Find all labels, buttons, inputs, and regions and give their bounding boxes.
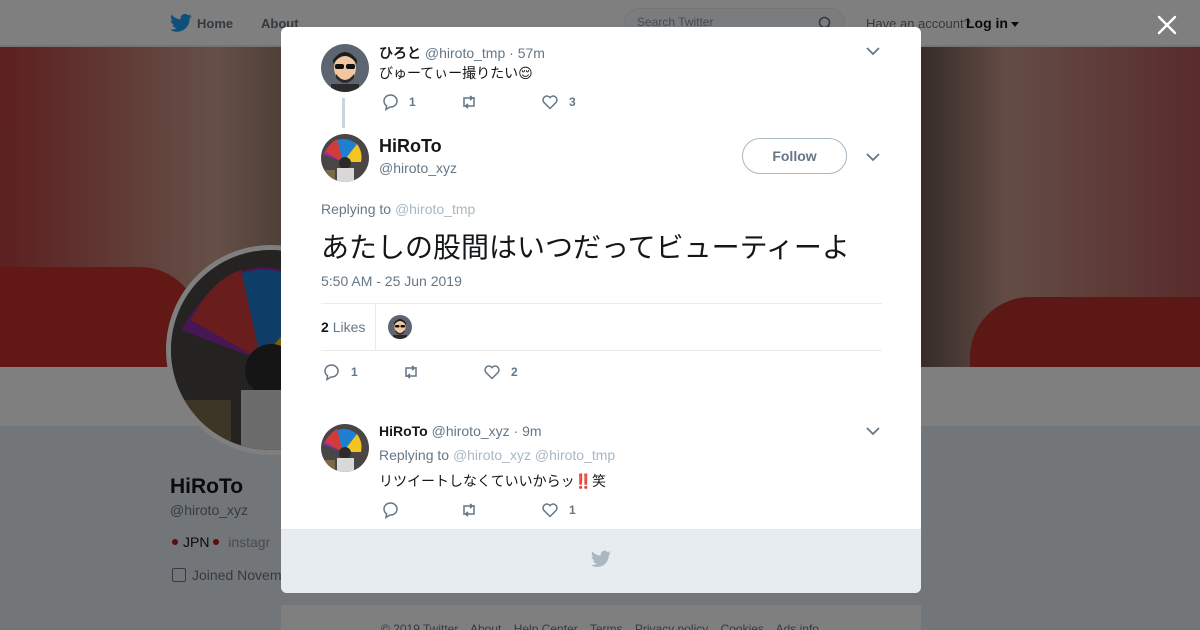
main-like-count: 2	[511, 365, 518, 379]
main-tweet-name[interactable]: HiRoTo	[379, 136, 442, 157]
like-icon[interactable]	[483, 363, 501, 381]
reply-tweet-time[interactable]: · 9m	[514, 423, 542, 439]
tweet-stats: 2 Likes	[321, 303, 882, 351]
parent-tweet-header: ひろと @hiroto_tmp · 57m	[379, 43, 545, 63]
twitter-bird-icon	[591, 550, 611, 567]
main-tweet-timestamp[interactable]: 5:50 AM - 25 Jun 2019	[321, 273, 462, 289]
replying-to-link[interactable]: @hiroto_xyz	[453, 447, 531, 463]
main-replying-to: Replying to @hiroto_tmp	[321, 201, 475, 217]
avatar-image	[321, 424, 369, 472]
thread-connector	[342, 98, 345, 128]
reply-tweet-handle[interactable]: @hiroto_xyz	[432, 423, 510, 439]
close-icon[interactable]	[1154, 12, 1180, 38]
like-icon[interactable]	[541, 93, 559, 111]
parent-tweet-time[interactable]: · 57m	[509, 45, 545, 61]
avatar-image	[388, 315, 412, 339]
main-reply-count: 1	[351, 365, 358, 379]
modal-footer	[281, 529, 921, 593]
like-icon[interactable]	[541, 501, 559, 519]
likes-label: Likes	[332, 319, 366, 335]
follow-button[interactable]: Follow	[742, 138, 847, 174]
avatar-image	[321, 134, 369, 182]
liker-avatar[interactable]	[388, 315, 412, 339]
reply-icon[interactable]	[382, 93, 400, 111]
chevron-down-icon[interactable]	[866, 152, 880, 162]
retweet-icon[interactable]	[460, 93, 478, 111]
retweet-icon[interactable]	[460, 501, 478, 519]
parent-tweet-handle[interactable]: @hiroto_tmp	[425, 45, 505, 61]
avatar-image	[321, 44, 369, 92]
reply-replying-to: Replying to @hiroto_xyz @hiroto_tmp	[379, 447, 615, 463]
likes-stat[interactable]: 2 Likes	[321, 319, 365, 335]
reply-tweet-avatar[interactable]	[321, 424, 369, 472]
reply-icon[interactable]	[323, 363, 341, 381]
chevron-down-icon[interactable]	[866, 426, 880, 436]
replying-prefix: Replying to	[379, 447, 450, 463]
parent-tweet-avatar[interactable]	[321, 44, 369, 92]
main-tweet-avatar[interactable]	[321, 134, 369, 182]
parent-like-count: 3	[569, 95, 576, 109]
parent-reply-count: 1	[409, 95, 416, 109]
replying-to-link[interactable]: @hiroto_tmp	[395, 201, 475, 217]
replying-prefix: Replying to	[321, 201, 392, 217]
main-tweet-text: あたしの股間はいつだってビューティーよ	[321, 231, 850, 264]
stats-divider	[375, 304, 376, 350]
retweet-icon[interactable]	[402, 363, 420, 381]
likes-count: 2	[321, 319, 329, 335]
reply-like-count: 1	[569, 503, 576, 517]
parent-tweet-name[interactable]: ひろと	[379, 46, 421, 62]
main-tweet-handle[interactable]: @hiroto_xyz	[379, 160, 457, 176]
reply-icon[interactable]	[382, 501, 400, 519]
reply-tweet-name[interactable]: HiRoTo	[379, 423, 428, 439]
chevron-down-icon[interactable]	[866, 46, 880, 56]
replying-to-link[interactable]: @hiroto_tmp	[535, 447, 615, 463]
parent-tweet-text: びゅーてぃー撮りたい😌	[379, 66, 533, 82]
reply-tweet-text: リツイートしなくていいからッ‼️笑	[379, 474, 607, 490]
reply-tweet-header: HiRoTo @hiroto_xyz · 9m	[379, 423, 542, 439]
